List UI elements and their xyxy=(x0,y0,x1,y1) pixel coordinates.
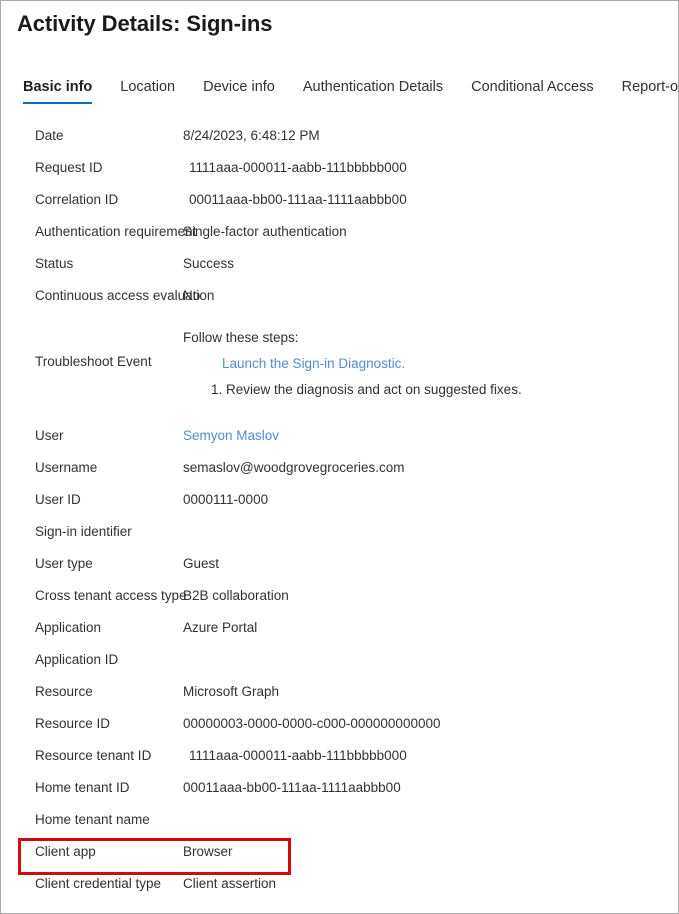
detail-row-date: Date 8/24/2023, 6:48:12 PM xyxy=(1,120,678,152)
detail-value: 0000111-0000 xyxy=(183,492,269,507)
detail-row-authentication-requirement: Authentication requirement Single-factor … xyxy=(1,216,678,248)
detail-label: Continuous access evaluation xyxy=(35,288,215,303)
tab-bar: Basic info Location Device info Authenticat… xyxy=(23,79,678,104)
detail-label: Application xyxy=(35,620,102,635)
detail-value: Azure Portal xyxy=(183,620,258,635)
detail-value: Client assertion xyxy=(183,876,277,891)
detail-value: Single-factor authentication xyxy=(183,224,347,239)
detail-row-application-id: Application ID xyxy=(1,644,678,676)
detail-value: Success xyxy=(183,256,235,271)
detail-label: Resource tenant ID xyxy=(35,748,152,763)
detail-row-correlation-id: Correlation ID 00011aaa-bb00-111aa-1111aa… xyxy=(1,184,678,216)
detail-label: Application ID xyxy=(35,652,119,667)
troubleshoot-event-row: Troubleshoot Event Follow these steps: Lau… xyxy=(1,312,678,420)
detail-value: No xyxy=(183,288,201,303)
detail-row-client-app: Client app Browser xyxy=(1,836,678,868)
detail-value: semaslov@woodgrovegroceries.com xyxy=(183,460,405,475)
detail-row-status: Status Success xyxy=(1,248,678,280)
detail-value: Guest xyxy=(183,556,220,571)
sign-in-diagnostic-link[interactable]: Launch the Sign-in Diagnostic. xyxy=(222,356,405,371)
troubleshoot-steps-heading: Follow these steps: xyxy=(183,330,299,345)
detail-label: Home tenant name xyxy=(35,812,150,827)
tab-basic-info[interactable]: Basic info xyxy=(23,79,93,104)
troubleshoot-label: Troubleshoot Event xyxy=(35,354,152,369)
detail-value[interactable]: Semyon Maslov xyxy=(183,420,678,452)
detail-value: Browser xyxy=(183,844,233,859)
detail-row-continuous-access-evaluation: Continuous access evaluation No xyxy=(1,280,678,312)
tab-report-only[interactable]: Report-only xyxy=(622,79,678,104)
detail-label: Status xyxy=(35,256,74,271)
detail-row-client-credential-type: Client credential type Client assertion xyxy=(1,868,678,900)
detail-label: Date xyxy=(35,128,64,143)
detail-value: 00011aaa-bb00-111aa-1111aabbb00 xyxy=(189,192,407,207)
detail-value: 00000003-0000-0000-c000-000000000000 xyxy=(183,716,441,731)
detail-label: Resource xyxy=(35,684,93,699)
detail-value: 1111aaa-000011-aabb-111bbbbb000 xyxy=(189,160,407,175)
detail-row-cross-tenant-access-type: Cross tenant access type B2B collaboratio… xyxy=(1,580,678,612)
tab-device-info[interactable]: Device info xyxy=(203,79,275,104)
detail-row-user-type: User type Guest xyxy=(1,548,678,580)
detail-row-resource: Resource Microsoft Graph xyxy=(1,676,678,708)
detail-row-username: Username semaslov@woodgrovegroceries.com xyxy=(1,452,678,484)
detail-row-home-tenant-id: Home tenant ID 00011aaa-bb00-111aa-1111aa… xyxy=(1,772,678,804)
detail-row-resource-id: Resource ID 00000003-0000-0000-c000-00000… xyxy=(1,708,678,740)
detail-value: 00011aaa-bb00-111aa-1111aabbb00 xyxy=(183,780,401,795)
detail-label: Resource ID xyxy=(35,716,111,731)
activity-details-panel: Activity Details: Sign-ins Basic info Loc… xyxy=(0,0,679,914)
detail-row-user: User Semyon Maslov xyxy=(1,420,678,452)
troubleshoot-link-wrap: Launch the Sign-in Diagnostic. xyxy=(183,351,678,377)
details-list: Date 8/24/2023, 6:48:12 PM Request ID 1111a… xyxy=(1,120,678,900)
detail-label: Authentication requirement xyxy=(35,224,197,239)
detail-value: 8/24/2023, 6:48:12 PM xyxy=(183,128,320,143)
tab-authentication-details[interactable]: Authentication Details xyxy=(303,79,443,104)
detail-label: Sign-in identifier xyxy=(35,524,132,539)
detail-row-user-id: User ID 0000111-0000 xyxy=(1,484,678,516)
detail-label: User type xyxy=(35,556,93,571)
troubleshoot-body: Follow these steps: Launch the Sign-in Di… xyxy=(183,312,678,403)
detail-label: Home tenant ID xyxy=(35,780,130,795)
detail-value: 1111aaa-000011-aabb-111bbbbb000 xyxy=(189,748,407,763)
detail-row-sign-in-identifier: Sign-in identifier xyxy=(1,516,678,548)
tab-conditional-access[interactable]: Conditional Access xyxy=(471,79,594,104)
page-title: Activity Details: Sign-ins xyxy=(17,11,273,36)
detail-value: B2B collaboration xyxy=(183,588,289,603)
detail-label: Cross tenant access type xyxy=(35,588,187,603)
troubleshoot-step-1: 1. Review the diagnosis and act on sugge… xyxy=(211,382,522,397)
detail-row-home-tenant-name: Home tenant name xyxy=(1,804,678,836)
detail-row-resource-tenant-id: Resource tenant ID 1111aaa-000011-aabb-11… xyxy=(1,740,678,772)
detail-label: User xyxy=(35,428,64,443)
detail-label: Username xyxy=(35,460,98,475)
detail-row-request-id: Request ID 1111aaa-000011-aabb-111bbbbb00… xyxy=(1,152,678,184)
tab-location[interactable]: Location xyxy=(120,79,175,104)
detail-value: Microsoft Graph xyxy=(183,684,280,699)
detail-label: Client credential type xyxy=(35,876,162,891)
user-link[interactable]: Semyon Maslov xyxy=(183,428,279,443)
detail-row-application: Application Azure Portal xyxy=(1,612,678,644)
detail-label: Client app xyxy=(35,844,96,859)
detail-label: Request ID xyxy=(35,160,103,175)
detail-label: Correlation ID xyxy=(35,192,119,207)
detail-label: User ID xyxy=(35,492,81,507)
